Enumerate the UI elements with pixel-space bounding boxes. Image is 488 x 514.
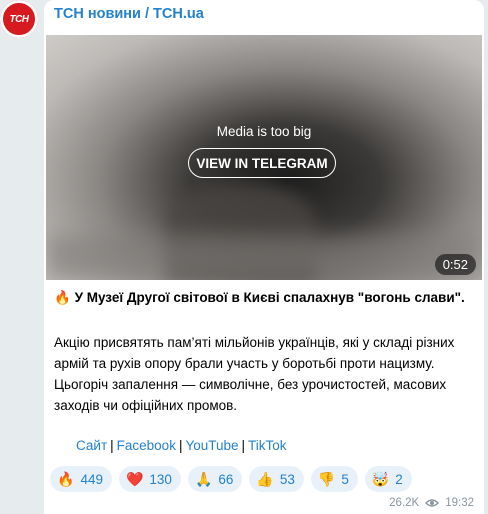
- reaction-count: 66: [218, 471, 234, 487]
- view-in-telegram-button[interactable]: VIEW IN TELEGRAM: [188, 148, 336, 178]
- link-separator: |: [110, 438, 114, 453]
- post-links: Сайт | Facebook | YouTube | TikTok: [76, 438, 287, 453]
- thumbs-up-icon: 👍: [256, 470, 274, 487]
- channel-name-link[interactable]: ТСН новини / TCH.ua: [54, 6, 204, 22]
- message-bubble: ТСН новини / TCH.ua Media is too big VIE…: [44, 0, 484, 514]
- message-time: 19:32: [445, 497, 474, 509]
- view-count: 26.2K: [389, 497, 420, 509]
- exploding-head-icon: 🤯: [371, 470, 390, 487]
- heart-icon: ❤️: [125, 470, 144, 487]
- eye-icon: [425, 499, 440, 507]
- channel-avatar-logo: TCH: [1, 1, 37, 37]
- reaction-count: 130: [149, 471, 172, 487]
- blurred-video-ground: [46, 235, 482, 280]
- reaction-count: 5: [341, 471, 349, 487]
- reaction-count: 449: [80, 471, 103, 487]
- thumbs-down-icon: 👎: [317, 470, 336, 487]
- link-facebook[interactable]: Facebook: [117, 438, 176, 453]
- video-duration-badge: 0:52: [434, 254, 476, 275]
- reaction-pray[interactable]: 🙏 66: [187, 466, 243, 492]
- post-headline-text: У Музеї Другої світової в Києві спалахну…: [74, 290, 465, 305]
- post-body: Акцію присвятять пам’яті мільйонів украї…: [54, 335, 455, 413]
- reaction-count: 2: [395, 471, 403, 487]
- channel-avatar[interactable]: TCH: [0, 0, 38, 38]
- link-site[interactable]: Сайт: [76, 438, 107, 453]
- fire-icon: 🔥: [54, 290, 71, 305]
- link-separator: |: [241, 438, 246, 453]
- reaction-fire[interactable]: 🔥 449: [50, 466, 112, 492]
- reaction-thumbs-down[interactable]: 👎 5: [310, 466, 358, 492]
- reaction-heart[interactable]: ❤️ 130: [118, 466, 181, 492]
- fire-icon: 🔥: [57, 470, 75, 487]
- link-youtube[interactable]: YouTube: [185, 438, 238, 453]
- reaction-exploding-head[interactable]: 🤯 2: [364, 466, 412, 492]
- reactions-bar: 🔥 449 ❤️ 130 🙏 66 👍 53 👎 5 🤯 2: [50, 466, 412, 492]
- pray-icon: 🙏: [194, 470, 213, 487]
- media-too-big-notice: Media is too big: [216, 124, 312, 139]
- reaction-thumbs-up[interactable]: 👍 53: [249, 466, 304, 492]
- post-headline: 🔥 У Музеї Другої світової в Києві спалах…: [54, 290, 474, 306]
- message-meta: 26.2K 19:32: [389, 497, 474, 509]
- reaction-count: 53: [279, 471, 295, 487]
- video-preview[interactable]: Media is too big VIEW IN TELEGRAM 0:52: [46, 35, 482, 280]
- link-separator: |: [178, 438, 183, 453]
- link-tiktok[interactable]: TikTok: [248, 438, 287, 453]
